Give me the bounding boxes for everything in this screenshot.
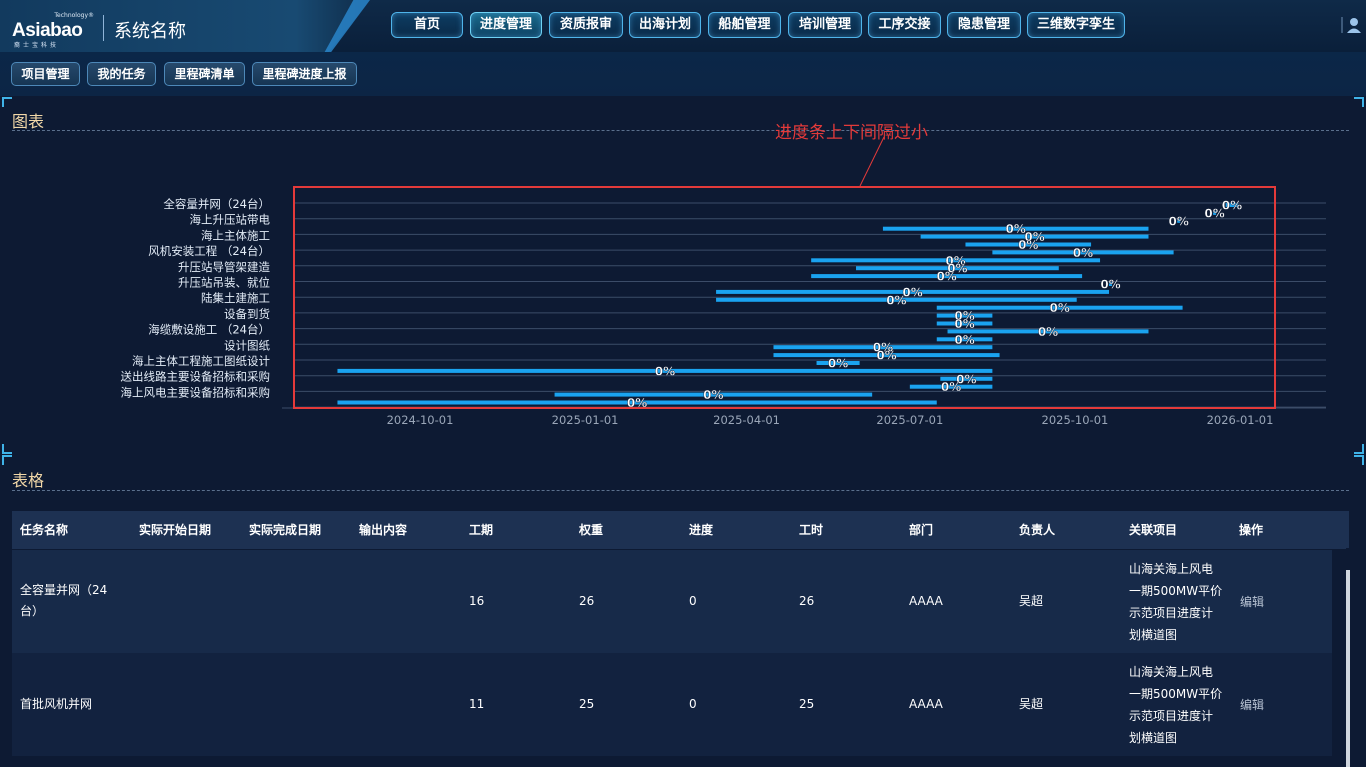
y-axis-label: 海上主体工程施工图纸设计 <box>132 354 270 368</box>
gantt-bar-progress-label: 0% <box>1038 325 1058 339</box>
table-row[interactable]: 首批风机并网 11 25 0 25 AAAA 吴超 山海关海上风电 一期500M… <box>12 653 1332 756</box>
col-actual-start: 实际开始日期 <box>139 523 212 537</box>
y-axis-label: 升压站吊装、就位 <box>178 276 270 290</box>
gantt-bar-progress-label: 0% <box>655 364 675 378</box>
y-axis-label: 设备到货 <box>224 307 270 321</box>
chart-annotation: 进度条上下间隔过小 <box>775 123 928 143</box>
y-axis-label: 海上升压站带电 <box>190 213 271 227</box>
cell-progress: 0 <box>689 697 697 711</box>
x-tick-label: 2025-10-01 <box>1042 413 1109 427</box>
y-axis-label: 送出线路主要设备招标和采购 <box>121 370 271 384</box>
table-row[interactable]: 全容量并网（24 台） 16 26 0 26 AAAA 吴超 山海关海上风电 一… <box>12 550 1332 653</box>
x-tick-label: 2025-04-01 <box>713 413 780 427</box>
col-project: 关联项目 <box>1129 523 1178 537</box>
col-progress: 进度 <box>689 523 714 537</box>
cell-project-line: 一期500MW平价 <box>1129 687 1223 701</box>
col-department: 部门 <box>909 523 934 537</box>
x-tick-label: 2024-10-01 <box>387 413 454 427</box>
cell-progress: 0 <box>689 594 697 608</box>
y-axis-label: 海上风电主要设备招标和采购 <box>121 385 271 399</box>
cell-project-line: 一期500MW平价 <box>1129 584 1223 598</box>
y-axis-label: 风机安装工程 （24台） <box>148 244 270 258</box>
task-table: 任务名称 实际开始日期 实际完成日期 输出内容 工期 权重 进度 工时 部门 负… <box>12 511 1349 767</box>
cell-weight: 25 <box>579 697 595 711</box>
cell-project-line: 山海关海上风电 <box>1129 562 1214 576</box>
gantt-bar-progress-label: 0% <box>1006 222 1026 236</box>
cell-duration: 11 <box>469 697 485 711</box>
cell-project-line: 示范项目进度计 <box>1129 709 1214 723</box>
table-title-divider <box>12 490 1349 491</box>
table-section-title: 表格 <box>12 471 45 490</box>
gantt-bar-progress-label: 0% <box>1100 278 1120 292</box>
cell-project-line: 划横道图 <box>1129 731 1178 745</box>
gantt-bar-progress-label: 0% <box>886 293 906 307</box>
gantt-bar-progress-label: 0% <box>1204 206 1224 220</box>
gantt-bar-progress-label: 0% <box>954 317 974 331</box>
gantt-bar-progress-label: 0% <box>1018 238 1038 252</box>
col-action: 操作 <box>1239 523 1264 537</box>
gantt-bar-progress-label: 0% <box>1222 199 1242 213</box>
y-axis-label: 海上主体施工 <box>201 228 270 242</box>
edit-button[interactable]: 编辑 <box>1240 592 1264 613</box>
gantt-bar-progress-label: 0% <box>936 270 956 284</box>
y-axis-label: 设计图纸 <box>224 338 270 352</box>
col-output: 输出内容 <box>359 523 408 537</box>
col-weight: 权重 <box>579 523 604 537</box>
cell-duration: 16 <box>469 594 485 608</box>
gantt-bar-progress-label: 0% <box>828 357 848 371</box>
y-axis-label: 升压站导管架建造 <box>178 260 270 274</box>
x-tick-label: 2026-01-01 <box>1207 413 1274 427</box>
cell-hours: 25 <box>799 697 815 711</box>
cell-project: 山海关海上风电 一期500MW平价 示范项目进度计 划横道图 <box>1129 558 1222 646</box>
col-owner: 负责人 <box>1019 523 1056 537</box>
cell-project-line: 山海关海上风电 <box>1129 665 1214 679</box>
gantt-bar-progress-label: 0% <box>954 333 974 347</box>
table-header: 任务名称 实际开始日期 实际完成日期 输出内容 工期 权重 进度 工时 部门 负… <box>12 511 1349 549</box>
gantt-bar-progress-label: 0% <box>703 388 723 402</box>
cell-owner: 吴超 <box>1019 594 1044 608</box>
gantt-bar-progress-label: 0% <box>1049 301 1069 315</box>
annotation-pointer-line <box>859 136 885 187</box>
cell-weight: 26 <box>579 594 595 608</box>
gantt-bar-progress-label: 0% <box>1073 246 1093 260</box>
gantt-bar-progress-label: 0% <box>876 349 896 363</box>
cell-owner: 吴超 <box>1019 697 1044 711</box>
cell-task-name-line: 台） <box>20 604 45 618</box>
y-axis-label: 陆集土建施工 <box>201 291 270 305</box>
y-axis-label: 全容量并网（24台） <box>163 197 270 211</box>
cell-hours: 26 <box>799 594 815 608</box>
gantt-bar-progress-label: 0% <box>1169 214 1189 228</box>
cell-department: AAAA <box>909 697 943 711</box>
col-hours: 工时 <box>799 523 824 537</box>
cell-task-name-line: 全容量并网（24 <box>20 583 108 597</box>
cell-department: AAAA <box>909 594 943 608</box>
cell-task-name: 全容量并网（24 台） <box>20 580 107 622</box>
gantt-bar-progress-label: 0% <box>941 380 961 394</box>
edit-button[interactable]: 编辑 <box>1240 695 1264 716</box>
table-scrollbar-thumb[interactable] <box>1346 570 1350 767</box>
cell-project-line: 示范项目进度计 <box>1129 606 1214 620</box>
col-task-name: 任务名称 <box>20 523 69 537</box>
x-tick-label: 2025-01-01 <box>552 413 619 427</box>
x-tick-label: 2025-07-01 <box>876 413 943 427</box>
col-actual-end: 实际完成日期 <box>249 523 322 537</box>
cell-task-name: 首批风机并网 <box>20 697 93 711</box>
y-axis-label: 海缆敷设施工 （24台） <box>148 323 270 337</box>
cell-project: 山海关海上风电 一期500MW平价 示范项目进度计 划横道图 <box>1129 661 1222 749</box>
cell-project-line: 划横道图 <box>1129 628 1178 642</box>
col-duration: 工期 <box>469 523 494 537</box>
